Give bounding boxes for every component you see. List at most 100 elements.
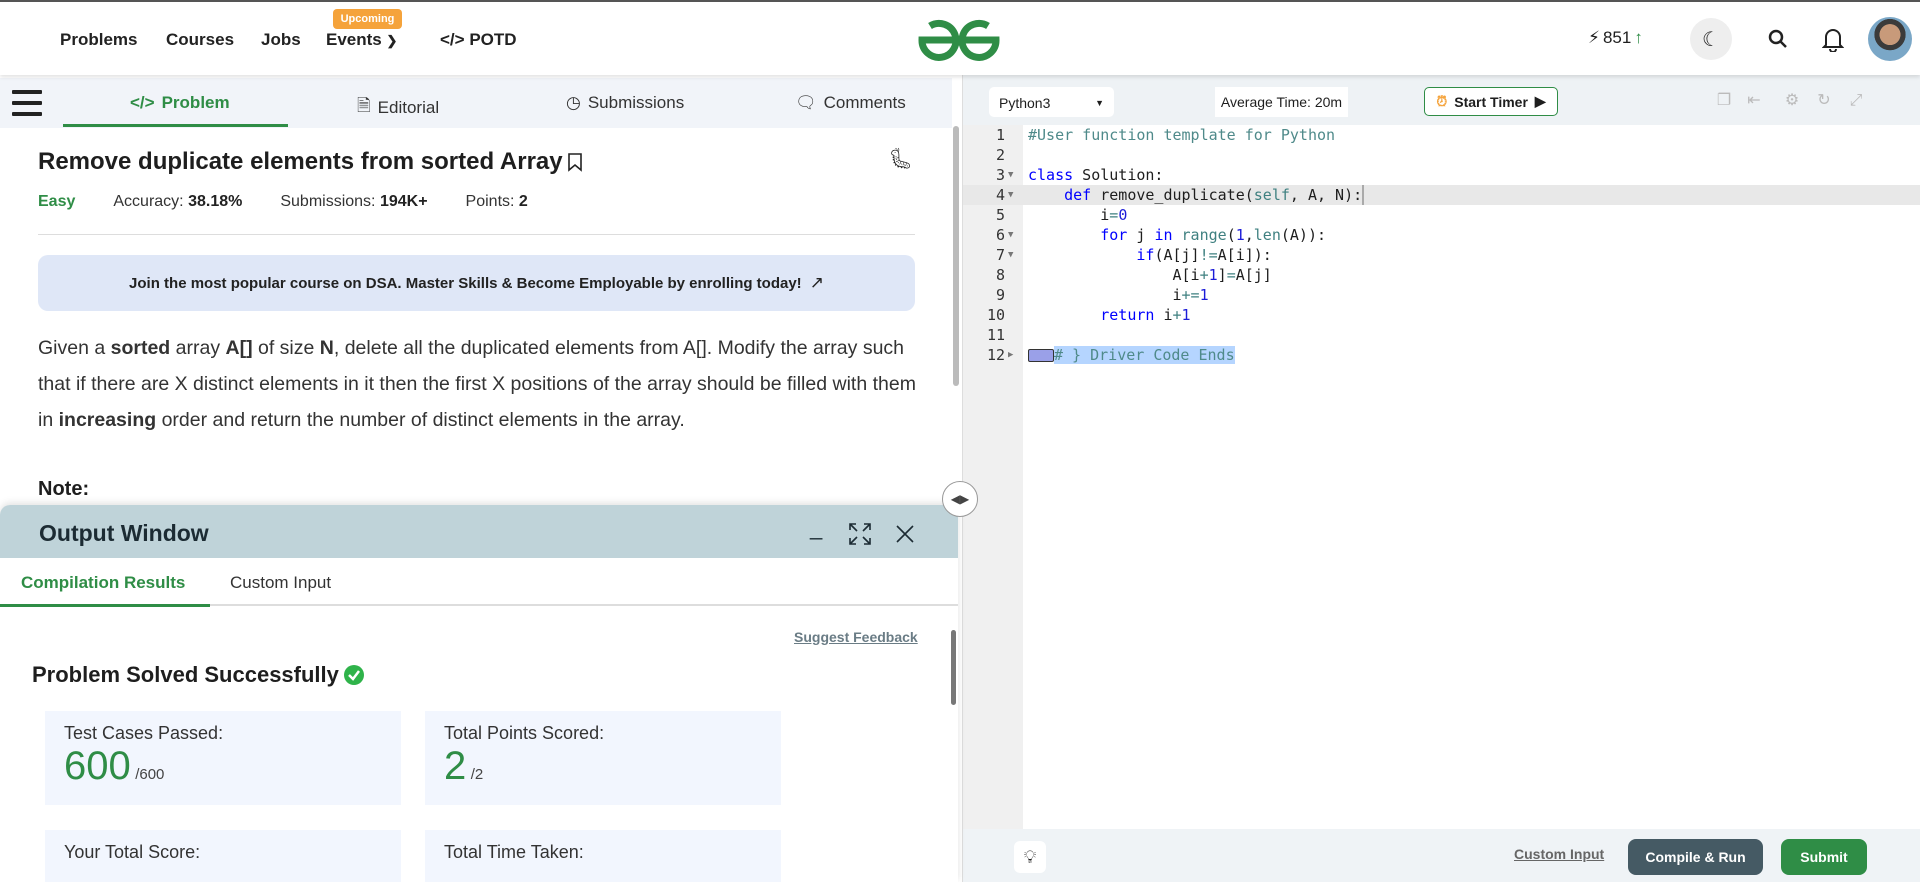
code-token: i: [1028, 286, 1182, 304]
folded-code-placeholder[interactable]: [1028, 349, 1054, 362]
nav-events[interactable]: Events ❯: [326, 30, 397, 50]
code-token: # } Driver Code Ends: [1054, 346, 1235, 364]
bookmark-icon[interactable]: [567, 152, 583, 172]
code-token: ,: [1244, 226, 1254, 244]
tab-label: Editorial: [377, 97, 440, 117]
time-taken-card: Total Time Taken:: [425, 830, 781, 882]
chevron-down-icon: ❯: [386, 33, 398, 48]
tab-editorial[interactable]: 🗎︎ Editorial: [357, 93, 439, 122]
code-token: (A)):: [1280, 226, 1327, 244]
reset-icon[interactable]: ↻: [1815, 92, 1833, 110]
bell-icon[interactable]: [1822, 26, 1844, 52]
code-line[interactable]: 5 i=0: [963, 205, 1920, 225]
report-bug-icon[interactable]: 🐛︎: [888, 146, 913, 171]
fold-expand-icon[interactable]: ▶: [1008, 345, 1013, 365]
panel-resize-handle[interactable]: ◀▶: [942, 481, 978, 517]
code-line[interactable]: 3 ▼ class Solution:: [963, 165, 1920, 185]
gfg-logo[interactable]: [916, 18, 1002, 67]
line-number: 2: [995, 146, 1005, 164]
code-editor-panel: Python3 ▼ Average Time: 20m ⏰︎ Start Timer…: [962, 75, 1920, 882]
code-token: A[i]):: [1217, 246, 1272, 264]
editor-toolbar: Python3 ▼ Average Time: 20m ⏰︎ Start Timer…: [963, 75, 1920, 125]
line-number: 11: [986, 326, 1005, 344]
fold-collapse-icon[interactable]: ▼: [1008, 245, 1013, 265]
output-scrollbar[interactable]: [951, 630, 956, 705]
course-banner-link[interactable]: Join the most popular course on DSA. Mas…: [38, 255, 915, 311]
problem-scrollbar[interactable]: [953, 126, 959, 386]
dark-mode-toggle[interactable]: ☾: [1690, 18, 1732, 60]
search-icon[interactable]: [1768, 29, 1788, 49]
code-text: for j in range(1,len(A)):: [1028, 225, 1326, 245]
resize-arrows-icon: ◀▶: [950, 492, 970, 506]
code-token: A[i: [1028, 266, 1200, 284]
points-card: Total Points Scored: 2 /2: [425, 711, 781, 805]
problem-meta: Easy Accuracy: 38.18% Submissions: 194K+…: [38, 193, 528, 211]
nav-courses[interactable]: Courses: [166, 30, 234, 50]
gear-icon[interactable]: ⚙: [1783, 92, 1801, 110]
nav-problems[interactable]: Problems: [60, 30, 137, 50]
code-line[interactable]: 2: [963, 145, 1920, 165]
line-number: 10: [986, 306, 1005, 324]
code-line[interactable]: 7 ▼ if(A[j]!=A[i]):: [963, 245, 1920, 265]
code-line[interactable]: 10 return i+1: [963, 305, 1920, 325]
suggest-feedback-link[interactable]: Suggest Feedback: [794, 629, 918, 645]
lightbulb-icon: 💡︎: [1023, 846, 1037, 867]
code-line[interactable]: 6 ▼ for j in range(1,len(A)):: [963, 225, 1920, 245]
hint-button[interactable]: 💡︎: [1014, 841, 1046, 873]
fullscreen-icon[interactable]: ⤢: [1847, 92, 1865, 110]
divider: [38, 234, 915, 235]
avatar[interactable]: [1868, 17, 1912, 61]
check-circle-icon: [343, 665, 364, 685]
compile-run-button[interactable]: Compile & Run: [1628, 839, 1763, 875]
fold-collapse-icon[interactable]: ▼: [1008, 225, 1013, 245]
code-token: !=: [1199, 246, 1218, 264]
line-number: 6: [995, 226, 1005, 244]
code-line[interactable]: 11: [963, 325, 1920, 345]
tab-custom-input[interactable]: Custom Input: [230, 573, 331, 593]
tab-comments[interactable]: 🗨︎ Comments: [795, 93, 906, 113]
card-label: Your Total Score:: [64, 842, 201, 862]
code-line[interactable]: 12 ▶ # } Driver Code Ends: [963, 345, 1920, 365]
nav-jobs[interactable]: Jobs: [261, 30, 301, 50]
fold-collapse-icon[interactable]: ▼: [1008, 165, 1013, 185]
line-number: 4: [995, 186, 1005, 204]
nav-potd-label: POTD: [469, 30, 517, 49]
copy-icon[interactable]: ❐: [1715, 92, 1733, 110]
start-timer-button[interactable]: ⏰︎ Start Timer ▶︎: [1424, 87, 1558, 116]
minimize-icon[interactable]: _: [810, 515, 822, 541]
code-text: A[i+1]=A[j]: [1028, 265, 1271, 285]
code-token: 0: [1118, 206, 1128, 224]
card-label: Total Points Scored:: [444, 723, 605, 743]
expand-icon[interactable]: [849, 523, 871, 545]
hamburger-menu-icon[interactable]: [12, 90, 42, 116]
code-token: =: [1109, 206, 1119, 224]
tab-compilation-results[interactable]: Compilation Results: [21, 573, 185, 593]
submissions: Submissions: 194K+: [280, 193, 428, 210]
language-select[interactable]: Python3 ▼: [989, 87, 1114, 117]
clock-icon: ◷: [566, 93, 581, 112]
code-line[interactable]: 8 A[i+1]=A[j]: [963, 265, 1920, 285]
tab-problem[interactable]: </> Problem: [130, 93, 230, 113]
submit-button[interactable]: Submit: [1781, 839, 1867, 875]
card-label: Total Time Taken:: [444, 842, 584, 862]
import-icon[interactable]: ⇤: [1745, 92, 1763, 110]
code-text: if(A[j]!=A[i]):: [1028, 245, 1272, 265]
close-icon[interactable]: [896, 525, 914, 543]
active-tab-indicator: [0, 604, 210, 607]
code-area[interactable]: 1 #User function template for Python 2 3 ▼ cl…: [963, 125, 1920, 365]
streak-counter[interactable]: ⚡︎ 851 ↑: [1588, 28, 1643, 48]
nav-potd[interactable]: </> POTD: [440, 30, 517, 50]
code-token: +: [1172, 306, 1182, 324]
code-line[interactable]: 4 ▼ def remove_duplicate(self, A, N):: [963, 185, 1920, 205]
bolt-icon: ⚡︎: [1588, 28, 1600, 47]
fold-collapse-icon[interactable]: ▼: [1008, 185, 1013, 205]
problem-tabs: </> Problem 🗎︎ Editorial ◷ Submissions 🗨︎ Co…: [0, 78, 952, 128]
comment-icon: 🗨︎: [795, 93, 817, 112]
code-line[interactable]: 1 #User function template for Python: [963, 125, 1920, 145]
code-line[interactable]: 9 i+=1: [963, 285, 1920, 305]
custom-input-link[interactable]: Custom Input: [1514, 846, 1604, 862]
tab-submissions[interactable]: ◷ Submissions: [566, 93, 684, 113]
code-token: #User function template for Python: [1028, 126, 1336, 144]
